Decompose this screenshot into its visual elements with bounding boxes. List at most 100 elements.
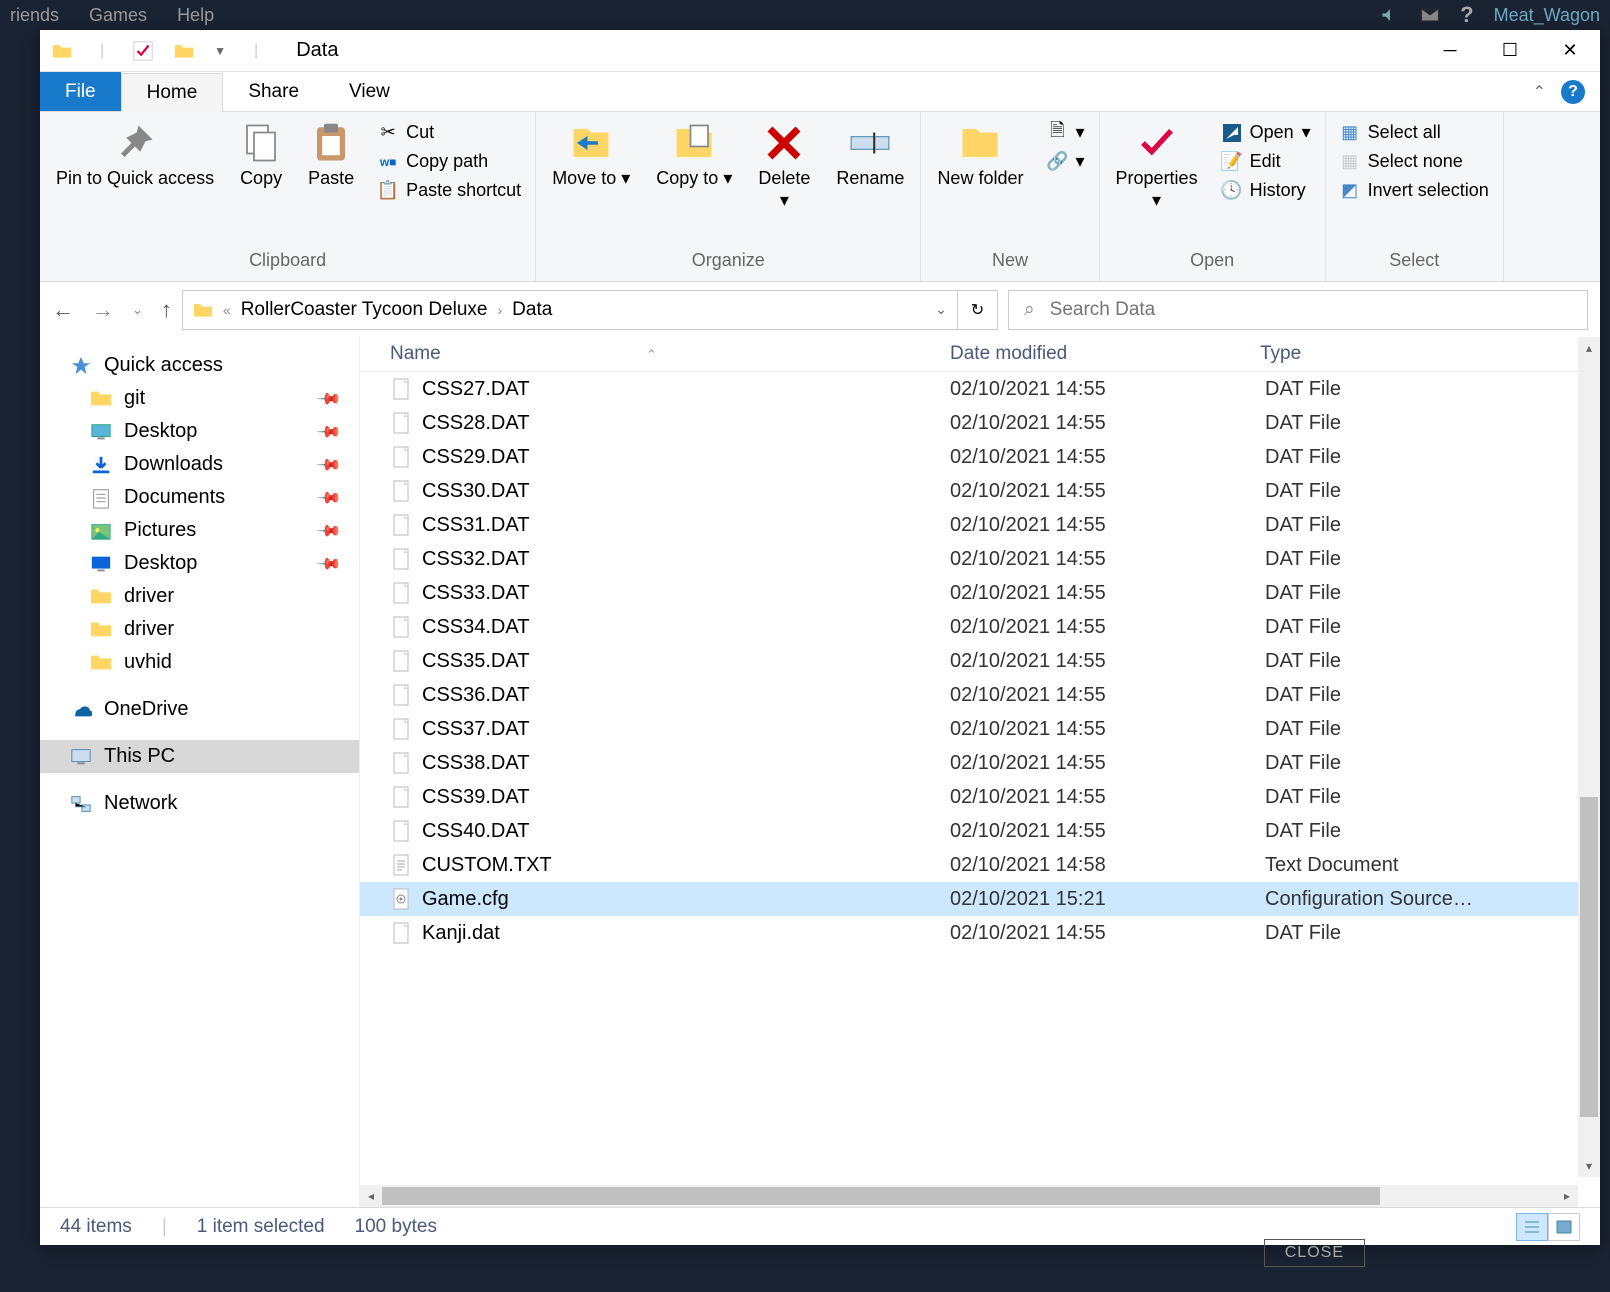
history-button[interactable]: 🕓History <box>1216 178 1317 203</box>
steam-menu-friends[interactable]: riends <box>10 5 59 26</box>
file-row[interactable]: CSS37.DAT02/10/2021 14:55DAT File <box>360 712 1600 746</box>
steam-menu-help[interactable]: Help <box>177 5 214 26</box>
scroll-thumb[interactable] <box>1580 797 1598 1117</box>
file-row[interactable]: CSS31.DAT02/10/2021 14:55DAT File <box>360 508 1600 542</box>
invert-selection-button[interactable]: ◩Invert selection <box>1334 178 1495 203</box>
status-count: 44 items <box>60 1216 132 1238</box>
sidebar-item-downloads[interactable]: Downloads📌 <box>40 448 359 481</box>
paste-button[interactable]: Paste <box>300 116 362 196</box>
mail-icon[interactable] <box>1420 5 1440 25</box>
scroll-down-icon[interactable]: ▾ <box>1578 1155 1600 1177</box>
sidebar-item-driver[interactable]: driver <box>40 613 359 646</box>
status-selected: 1 item selected <box>197 1216 325 1238</box>
search-box[interactable]: ⌕ <box>1008 290 1588 330</box>
open-button[interactable]: Open ▾ <box>1216 120 1317 145</box>
up-button[interactable]: ↑ <box>161 297 172 323</box>
collapse-ribbon-icon[interactable]: ⌃ <box>1518 72 1561 111</box>
file-row[interactable]: CSS35.DAT02/10/2021 14:55DAT File <box>360 644 1600 678</box>
select-all-button[interactable]: ▦Select all <box>1334 120 1495 145</box>
vertical-scrollbar[interactable]: ▴ ▾ <box>1578 337 1600 1177</box>
copy-button[interactable]: Copy <box>232 116 290 196</box>
paste-shortcut-button[interactable]: 📋Paste shortcut <box>372 178 527 203</box>
breadcrumb-dropdown-icon[interactable]: ⌄ <box>935 301 947 318</box>
column-date[interactable]: Date modified <box>950 343 1260 365</box>
qat-dropdown-icon[interactable]: ▼ <box>214 44 226 58</box>
sidebar-item-desktop[interactable]: Desktop📌 <box>40 415 359 448</box>
titlebar[interactable]: | ▼ | Data ─ ☐ ✕ <box>40 30 1600 72</box>
tab-view[interactable]: View <box>324 72 415 111</box>
checkbox-icon[interactable] <box>132 40 154 62</box>
file-row[interactable]: CSS28.DAT02/10/2021 14:55DAT File <box>360 406 1600 440</box>
details-view-button[interactable] <box>1516 1213 1548 1241</box>
breadcrumb-current[interactable]: Data <box>512 299 552 321</box>
file-row[interactable]: Game.cfg02/10/2021 15:21Configuration So… <box>360 882 1600 916</box>
file-row[interactable]: CSS32.DAT02/10/2021 14:55DAT File <box>360 542 1600 576</box>
sidebar-item-driver[interactable]: driver <box>40 580 359 613</box>
steam-menu-games[interactable]: Games <box>89 5 147 26</box>
steam-username[interactable]: Meat_Wagon <box>1494 5 1600 26</box>
tab-share[interactable]: Share <box>223 72 324 111</box>
sidebar-item-uvhid[interactable]: uvhid <box>40 646 359 679</box>
file-row[interactable]: CSS34.DAT02/10/2021 14:55DAT File <box>360 610 1600 644</box>
horizontal-scrollbar[interactable]: ◂ ▸ <box>360 1185 1578 1207</box>
file-row[interactable]: CSS38.DAT02/10/2021 14:55DAT File <box>360 746 1600 780</box>
sidebar-item-pictures[interactable]: Pictures📌 <box>40 514 359 547</box>
refresh-button[interactable]: ↻ <box>958 290 998 330</box>
easy-access-button[interactable]: 🔗▾ <box>1041 149 1090 174</box>
file-row[interactable]: CSS36.DAT02/10/2021 14:55DAT File <box>360 678 1600 712</box>
copy-to-button[interactable]: Copy to ▾ <box>648 116 740 196</box>
minimize-button[interactable]: ─ <box>1420 30 1480 72</box>
file-row[interactable]: CUSTOM.TXT02/10/2021 14:58Text Document <box>360 848 1600 882</box>
help-button[interactable]: ? <box>1561 80 1585 104</box>
ribbon: Pin to Quick access Copy Paste ✂Cut w■Co… <box>40 112 1600 282</box>
sidebar-onedrive[interactable]: OneDrive <box>40 693 359 726</box>
scroll-right-icon[interactable]: ▸ <box>1556 1189 1578 1203</box>
back-button[interactable]: ← <box>52 297 74 323</box>
breadcrumb-parent[interactable]: RollerCoaster Tycoon Deluxe <box>241 299 488 321</box>
folder-icon <box>193 301 213 319</box>
scroll-up-icon[interactable]: ▴ <box>1578 337 1600 359</box>
maximize-button[interactable]: ☐ <box>1480 30 1540 72</box>
pin-quick-access-button[interactable]: Pin to Quick access <box>48 116 222 196</box>
help-icon[interactable]: ? <box>1460 2 1473 28</box>
scroll-left-icon[interactable]: ◂ <box>360 1189 382 1203</box>
properties-button[interactable]: Properties▾ <box>1108 116 1206 217</box>
copy-path-button[interactable]: w■Copy path <box>372 149 527 174</box>
move-to-button[interactable]: Move to ▾ <box>544 116 638 196</box>
tab-file[interactable]: File <box>40 72 121 111</box>
announcement-icon[interactable] <box>1380 5 1400 25</box>
file-row[interactable]: Kanji.dat02/10/2021 14:55DAT File <box>360 916 1600 950</box>
search-icon: ⌕ <box>1024 299 1035 321</box>
sidebar-item-documents[interactable]: Documents📌 <box>40 481 359 514</box>
file-row[interactable]: CSS27.DAT02/10/2021 14:55DAT File <box>360 372 1600 406</box>
column-type[interactable]: Type <box>1260 343 1570 365</box>
sidebar-item-desktop[interactable]: Desktop📌 <box>40 547 359 580</box>
sidebar-quick-access[interactable]: Quick access <box>40 349 359 382</box>
sidebar-this-pc[interactable]: This PC <box>40 740 359 773</box>
edit-button[interactable]: 📝Edit <box>1216 149 1317 174</box>
rename-button[interactable]: Rename <box>828 116 912 196</box>
cut-icon: ✂ <box>378 123 398 143</box>
sidebar-network[interactable]: Network <box>40 787 359 820</box>
tab-home[interactable]: Home <box>121 73 224 112</box>
recent-dropdown-icon[interactable]: ⌄ <box>132 302 143 318</box>
close-button[interactable]: ✕ <box>1540 30 1600 72</box>
column-name[interactable]: Name ⌃ <box>390 343 950 365</box>
breadcrumb[interactable]: « RollerCoaster Tycoon Deluxe › Data ⌄ <box>182 290 958 330</box>
folder-icon[interactable] <box>174 42 194 60</box>
search-input[interactable] <box>1050 299 1572 321</box>
sidebar-item-git[interactable]: git📌 <box>40 382 359 415</box>
new-folder-button[interactable]: New folder <box>929 116 1031 196</box>
file-row[interactable]: CSS30.DAT02/10/2021 14:55DAT File <box>360 474 1600 508</box>
steam-close-button[interactable]: CLOSE <box>1264 1239 1365 1267</box>
delete-button[interactable]: Delete▾ <box>750 116 818 217</box>
scroll-thumb[interactable] <box>382 1187 1380 1205</box>
cut-button[interactable]: ✂Cut <box>372 120 527 145</box>
new-item-button[interactable]: 🗎▾ <box>1041 120 1090 145</box>
file-row[interactable]: CSS33.DAT02/10/2021 14:55DAT File <box>360 576 1600 610</box>
thumbnails-view-button[interactable] <box>1548 1213 1580 1241</box>
file-row[interactable]: CSS39.DAT02/10/2021 14:55DAT File <box>360 780 1600 814</box>
file-row[interactable]: CSS29.DAT02/10/2021 14:55DAT File <box>360 440 1600 474</box>
select-none-button[interactable]: ▦Select none <box>1334 149 1495 174</box>
file-row[interactable]: CSS40.DAT02/10/2021 14:55DAT File <box>360 814 1600 848</box>
